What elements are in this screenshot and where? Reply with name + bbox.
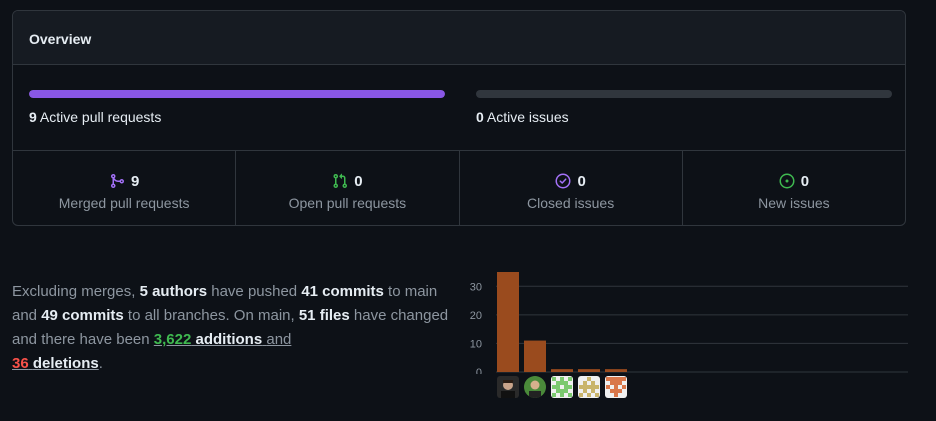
pull-requests-progress-fill — [29, 90, 445, 98]
deletions-count: 36 — [12, 355, 29, 372]
active-pull-requests-link[interactable]: 9 Active pull requests — [29, 109, 161, 125]
active-pull-requests-label: Active pull requests — [39, 109, 162, 125]
summary-text: to all branches. On main, — [123, 307, 299, 324]
contributors-chart-svg: 0 10 20 30 — [470, 272, 908, 374]
contributor-bar[interactable] — [578, 369, 600, 372]
pull-request-icon — [332, 173, 348, 189]
authors-count: 5 authors — [139, 283, 208, 300]
commits-all-count: 49 commits — [41, 307, 124, 324]
additions-count: 3,622 — [153, 331, 192, 348]
files-count: 51 files — [298, 307, 350, 324]
new-issues-label: New issues — [758, 195, 830, 211]
additions-link[interactable]: 3,622 additions and — [154, 331, 292, 348]
active-issues-label: Active issues — [486, 109, 569, 125]
commit-summary: Excluding merges, 5 authors have pushed … — [12, 280, 462, 376]
active-issues-link[interactable]: 0 Active issues — [476, 109, 569, 125]
avatar-photo-1[interactable] — [497, 376, 519, 398]
active-pull-requests-count: 9 — [29, 109, 37, 125]
closed-issues-count: 0 — [577, 172, 586, 190]
additions-word: additions — [195, 331, 263, 348]
contributor-bar[interactable] — [551, 369, 573, 372]
overview-title: Overview — [29, 31, 92, 47]
pull-requests-progress-bar — [29, 90, 445, 98]
open-pull-requests-label: Open pull requests — [288, 195, 407, 211]
contributors-chart: 0 10 20 30 — [470, 262, 910, 402]
summary-text: Excluding merges, — [12, 283, 140, 300]
stat-merged-pull-requests[interactable]: 9 Merged pull requests — [13, 151, 237, 225]
overview-box: Overview 9 Active pull requests 0 Active… — [12, 10, 906, 226]
merged-pull-requests-label: Merged pull requests — [58, 195, 190, 211]
identicon-olive[interactable] — [578, 376, 600, 398]
y-tick-label: 10 — [470, 338, 482, 350]
closed-issues-label: Closed issues — [527, 195, 615, 211]
contributor-bar[interactable] — [497, 272, 519, 372]
open-pull-requests-count: 0 — [354, 172, 363, 190]
issue-closed-icon — [555, 173, 571, 189]
merge-icon — [109, 173, 125, 189]
stat-open-pull-requests[interactable]: 0 Open pull requests — [236, 151, 460, 225]
merged-pull-requests-count: 9 — [130, 172, 140, 190]
deletions-word: deletions — [32, 355, 99, 372]
contributor-bar[interactable] — [605, 369, 627, 372]
active-issues-count: 0 — [476, 109, 484, 125]
stat-new-issues[interactable]: 0 New issues — [683, 151, 905, 225]
contributor-bar[interactable] — [524, 340, 546, 372]
commits-main-count: 41 commits — [301, 283, 384, 300]
stats-row: 9 Merged pull requests 0 Open pull reque… — [13, 150, 905, 225]
summary-end: . — [98, 355, 103, 372]
and-word: and — [266, 331, 292, 348]
avatar-photo-2[interactable] — [524, 376, 546, 398]
y-tick-label: 30 — [470, 281, 482, 293]
identicon-orange[interactable] — [605, 376, 627, 398]
issues-progress-bar — [476, 90, 892, 98]
summary-text: have pushed — [207, 283, 302, 300]
stat-closed-issues[interactable]: 0 Closed issues — [460, 151, 683, 225]
new-issues-count: 0 — [800, 172, 810, 190]
issue-opened-icon — [779, 173, 795, 189]
y-tick-label: 0 — [476, 367, 482, 374]
overview-header: Overview — [13, 11, 905, 65]
deletions-link[interactable]: 36 deletions — [12, 355, 99, 372]
y-tick-label: 20 — [470, 310, 482, 322]
identicon-green[interactable] — [551, 376, 573, 398]
